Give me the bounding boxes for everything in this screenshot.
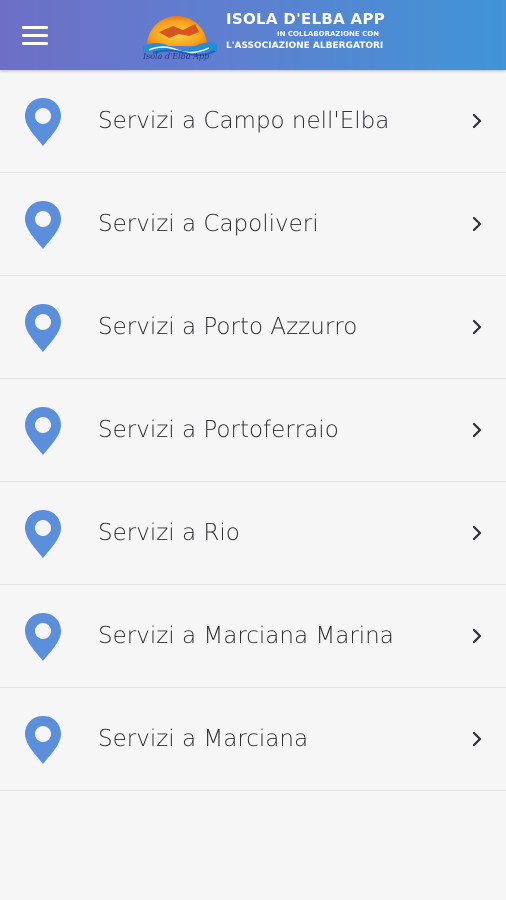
app-title: ISOLA D'ELBA APP <box>226 10 386 28</box>
list-item[interactable]: Servizi a Marciana Marina <box>0 585 506 688</box>
map-pin-icon <box>23 199 63 251</box>
app-subtitle-line1: IN COLLABORAZIONE CON <box>277 30 380 38</box>
map-pin-icon <box>23 714 63 766</box>
list-item[interactable]: Servizi a Rio <box>0 482 506 585</box>
list-item[interactable]: Servizi a Marciana <box>0 688 506 791</box>
list-item[interactable]: Servizi a Capoliveri <box>0 173 506 276</box>
list-item-label: Servizi a Marciana <box>98 726 309 752</box>
list-item[interactable]: Servizi a Porto Azzurro <box>0 276 506 379</box>
logo-caption: Isola d'Elba App <box>143 52 210 61</box>
app-bar: Isola d'Elba App ISOLA D'ELBA APP IN COL… <box>0 0 506 70</box>
list-item[interactable]: Servizi a Portoferraio <box>0 379 506 482</box>
list-item-label: Servizi a Portoferraio <box>98 417 339 443</box>
list-item-label: Servizi a Porto Azzurro <box>98 314 358 340</box>
menu-line <box>22 42 48 45</box>
list-item-label: Servizi a Marciana Marina <box>98 623 394 649</box>
list-item-label: Servizi a Rio <box>98 520 240 546</box>
chevron-right-icon <box>470 730 484 748</box>
chevron-right-icon <box>470 627 484 645</box>
chevron-right-icon <box>470 112 484 130</box>
app-logo: Isola d'Elba App <box>139 6 221 66</box>
chevron-right-icon <box>470 215 484 233</box>
map-pin-icon <box>23 508 63 560</box>
list-item-label: Servizi a Campo nell'Elba <box>98 108 390 134</box>
list-item-label: Servizi a Capoliveri <box>98 211 319 237</box>
chevron-right-icon <box>470 421 484 439</box>
hamburger-menu-icon[interactable] <box>14 17 54 53</box>
app-subtitle-line2: L'ASSOCIAZIONE ALBERGATORI <box>226 41 384 51</box>
map-pin-icon <box>23 611 63 663</box>
services-list: Servizi a Campo nell'Elba Servizi a Capol… <box>0 70 506 791</box>
chevron-right-icon <box>470 524 484 542</box>
list-item[interactable]: Servizi a Campo nell'Elba <box>0 70 506 173</box>
menu-line <box>22 34 48 37</box>
map-pin-icon <box>23 405 63 457</box>
map-pin-icon <box>23 302 63 354</box>
chevron-right-icon <box>470 318 484 336</box>
map-pin-icon <box>23 96 63 148</box>
menu-line <box>22 26 48 29</box>
